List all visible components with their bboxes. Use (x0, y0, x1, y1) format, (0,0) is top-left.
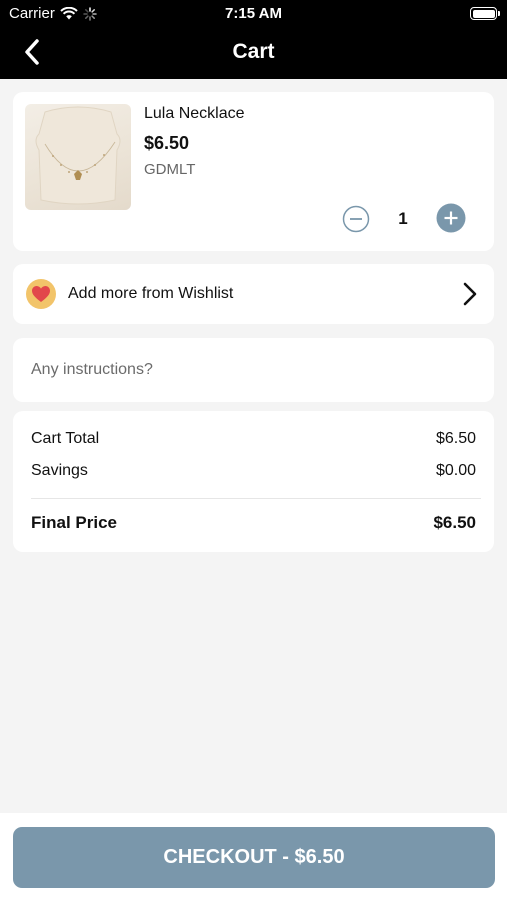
decrease-quantity-button[interactable] (342, 205, 370, 233)
battery-level (472, 9, 495, 18)
battery-icon (470, 7, 500, 20)
instructions-card (13, 338, 494, 402)
wishlist-row[interactable]: Add more from Wishlist (13, 264, 494, 324)
cart-total-label: Cart Total (31, 430, 100, 447)
navigation-bar: Cart (0, 28, 507, 79)
savings-label: Savings (31, 462, 88, 479)
top-bar: Carrier 7:15 AM Cart (0, 0, 507, 79)
checkout-button[interactable]: CHECKOUT - $6.50 (13, 827, 495, 888)
final-price-value: $6.50 (433, 513, 476, 532)
plus-circle-icon (436, 203, 466, 233)
savings-value: $0.00 (435, 462, 476, 479)
quantity-value: 1 (398, 209, 408, 228)
cart-total-value: $6.50 (435, 430, 476, 447)
product-name[interactable]: Lula Necklace (144, 105, 245, 123)
savings-row: Savings $0.00 (31, 462, 476, 480)
status-time: 7:15 AM (225, 5, 282, 22)
wishlist-label: Add more from Wishlist (68, 285, 234, 302)
price-summary: Cart Total $6.50 Savings $0.00 Final Pri… (13, 411, 494, 552)
minus-circle-icon (342, 205, 370, 233)
page-title: Cart (232, 40, 275, 63)
cart-total-row: Cart Total $6.50 (31, 430, 476, 448)
final-price-label: Final Price (31, 513, 117, 532)
cart-item-card: Lula Necklace $6.50 GDMLT 1 (13, 92, 494, 251)
chevron-right-icon (463, 282, 477, 306)
instructions-input[interactable] (13, 338, 494, 402)
status-bar: Carrier 7:15 AM (0, 0, 507, 28)
summary-divider (31, 498, 481, 499)
product-sku: GDMLT (144, 161, 196, 178)
final-price-row: Final Price $6.50 (31, 513, 476, 533)
necklace-product-image[interactable] (25, 104, 131, 210)
checkout-bar: CHECKOUT - $6.50 (0, 813, 507, 900)
wishlist-badge (26, 279, 56, 309)
necklace-display-image (35, 106, 121, 205)
increase-quantity-button[interactable] (436, 203, 466, 233)
heart-icon (32, 286, 50, 302)
product-price: $6.50 (144, 133, 190, 153)
